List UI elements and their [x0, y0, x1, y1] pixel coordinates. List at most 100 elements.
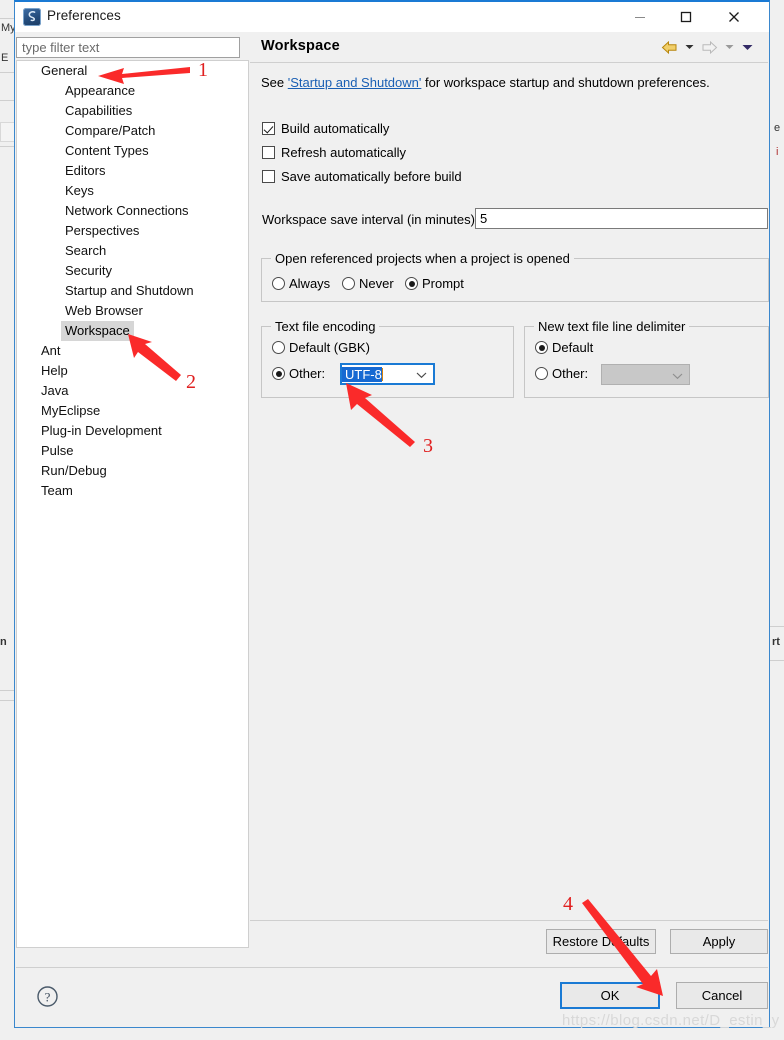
encoding-combo-value: UTF-8 — [342, 366, 382, 382]
tree-item[interactable]: General — [17, 61, 248, 81]
myeclipse-icon — [23, 8, 41, 26]
minimize-button[interactable] — [617, 2, 663, 32]
view-menu-button[interactable] — [738, 36, 756, 58]
radio-icon[interactable] — [535, 367, 548, 380]
search-input[interactable] — [17, 38, 239, 57]
radio-label: Never — [359, 276, 394, 291]
tree-item[interactable]: Help — [17, 361, 248, 381]
back-button[interactable] — [658, 36, 680, 58]
delimiter-combo — [601, 364, 690, 385]
chevron-down-icon[interactable] — [416, 367, 427, 382]
tree-item[interactable]: Appearance — [17, 81, 248, 101]
help-icon[interactable]: ? — [36, 985, 59, 1011]
close-icon — [729, 12, 739, 22]
window-title: Preferences — [47, 8, 121, 23]
encoding-combo[interactable]: UTF-8 — [340, 363, 435, 385]
dialog-footer: ? OK Cancel — [16, 967, 768, 1026]
tree-item-label: Startup and Shutdown — [65, 283, 194, 298]
tree-item-label: Team — [41, 483, 73, 498]
tree-item[interactable]: Search — [17, 241, 248, 261]
startup-shutdown-link[interactable]: 'Startup and Shutdown' — [288, 75, 422, 90]
preferences-tree[interactable]: General Appearance Capabilities Compare/Pat… — [16, 60, 249, 948]
radio-prompt[interactable]: Prompt — [405, 276, 464, 291]
radio-encoding-default[interactable]: Default (GBK) — [272, 340, 370, 355]
tree-item[interactable]: Perspectives — [17, 221, 248, 241]
chevron-down-icon — [685, 45, 693, 49]
tree-item-label: MyEclipse — [41, 403, 101, 418]
tree-item-label: Pulse — [41, 443, 74, 458]
radio-icon[interactable] — [272, 341, 285, 354]
description-prefix: See — [261, 75, 288, 90]
save-interval-input[interactable] — [476, 209, 767, 228]
radio-label: Other: — [289, 366, 326, 381]
tree-item[interactable]: MyEclipse — [17, 401, 248, 421]
save-interval-label: Workspace save interval (in minutes): — [262, 212, 479, 227]
radio-label: Default — [552, 340, 594, 355]
checkbox-label: Refresh automatically — [281, 145, 406, 160]
description-suffix: for workspace startup and shutdown prefe… — [421, 75, 710, 90]
radio-label: Other: — [552, 366, 589, 381]
tree-item[interactable]: Compare/Patch — [17, 121, 248, 141]
tree-item-label: Content Types — [65, 143, 149, 158]
tree-item[interactable]: Web Browser — [17, 301, 248, 321]
tree-item[interactable]: Content Types — [17, 141, 248, 161]
tree-item[interactable]: Java — [17, 381, 248, 401]
checkbox-icon[interactable] — [262, 146, 275, 159]
apply-button[interactable]: Apply — [670, 929, 768, 954]
radio-icon[interactable] — [535, 341, 548, 354]
back-arrow-icon — [661, 40, 676, 54]
radio-never[interactable]: Never — [342, 276, 394, 291]
chevron-down-icon — [725, 45, 733, 49]
checkbox-refresh-automatically[interactable]: Refresh automatically — [262, 145, 406, 160]
tree-item[interactable]: Startup and Shutdown — [17, 281, 248, 301]
description-line: See 'Startup and Shutdown' for workspace… — [261, 75, 710, 90]
checkbox-save-before-build[interactable]: Save automatically before build — [262, 169, 462, 184]
forward-dropdown-button[interactable] — [722, 36, 736, 58]
back-dropdown-button[interactable] — [682, 36, 696, 58]
tree-item[interactable]: Network Connections — [17, 201, 248, 221]
tree-item-label: Workspace — [61, 321, 134, 341]
radio-always[interactable]: Always — [272, 276, 330, 291]
ok-button[interactable]: OK — [560, 982, 660, 1009]
restore-defaults-button[interactable]: Restore Defaults — [546, 929, 656, 954]
tree-item[interactable]: Run/Debug — [17, 461, 248, 481]
workspace-preference-panel: Workspace See 'Startup and Shutdown' for… — [250, 33, 769, 967]
tree-item-label: Search — [65, 243, 107, 258]
tree-item[interactable]: Capabilities — [17, 101, 248, 121]
text-file-encoding-group: Text file encoding Default (GBK) Other: … — [261, 319, 514, 398]
tree-item[interactable]: Workspace — [17, 321, 248, 341]
maximize-icon — [680, 11, 692, 23]
tree-item[interactable]: Editors — [17, 161, 248, 181]
radio-encoding-other[interactable]: Other: — [272, 366, 325, 381]
preferences-dialog: Preferences General Appearance Capabilitie… — [14, 0, 770, 1028]
tree-item-label: Keys — [65, 183, 94, 198]
tree-item-label: Web Browser — [65, 303, 143, 318]
tree-item[interactable]: Team — [17, 481, 248, 501]
checkbox-icon[interactable] — [262, 122, 275, 135]
radio-icon[interactable] — [272, 277, 285, 290]
maximize-button[interactable] — [663, 2, 709, 32]
radio-delimiter-other[interactable]: Other: — [535, 366, 588, 381]
page-title: Workspace — [261, 38, 340, 54]
tree-item[interactable]: Plug-in Development — [17, 421, 248, 441]
radio-delimiter-default[interactable]: Default — [535, 340, 593, 355]
checkbox-build-automatically[interactable]: Build automatically — [262, 121, 389, 136]
radio-icon[interactable] — [272, 367, 285, 380]
group-title: New text file line delimiter — [534, 319, 690, 334]
tree-item[interactable]: Pulse — [17, 441, 248, 461]
tree-item[interactable]: Security — [17, 261, 248, 281]
checkbox-icon[interactable] — [262, 170, 275, 183]
close-button[interactable] — [711, 2, 757, 32]
tree-item-label: Help — [41, 363, 68, 378]
forward-button[interactable] — [698, 36, 720, 58]
tree-item[interactable]: Keys — [17, 181, 248, 201]
tree-item[interactable]: Ant — [17, 341, 248, 361]
radio-icon[interactable] — [405, 277, 418, 290]
radio-icon[interactable] — [342, 277, 355, 290]
save-interval-input-wrapper[interactable] — [475, 208, 768, 229]
cancel-button[interactable]: Cancel — [676, 982, 768, 1009]
radio-label: Always — [289, 276, 331, 291]
tree-item-label: Plug-in Development — [41, 423, 162, 438]
filter-input-wrapper[interactable] — [16, 37, 240, 58]
bg-label-left-2: n — [0, 636, 7, 648]
